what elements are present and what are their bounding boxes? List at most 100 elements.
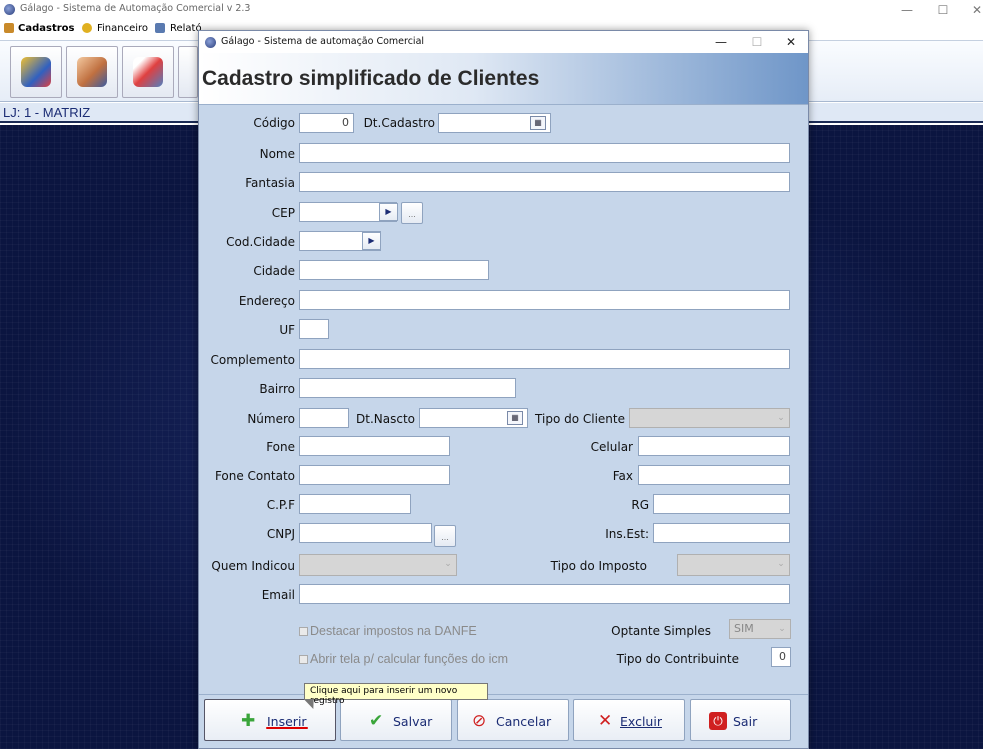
email-input[interactable] [299, 584, 790, 604]
menu-cadastros[interactable]: Cadastros [18, 23, 74, 34]
chevron-down-icon: ⌄ [444, 559, 452, 569]
destacar-impostos-checkbox[interactable]: Destacar impostos na DANFE [299, 624, 477, 638]
tipo-imposto-label: Tipo do Imposto [550, 559, 647, 573]
people-icon [4, 23, 14, 33]
checkbox-box [299, 655, 308, 664]
form-title: Cadastro simplificado de Clientes [202, 67, 540, 90]
salvar-button[interactable]: ✔ Salvar [340, 699, 452, 741]
cnpj-input[interactable] [299, 523, 432, 543]
toolbar-products-button[interactable] [10, 46, 62, 98]
red-underline-annotation [266, 727, 308, 729]
sales-chart-icon [133, 57, 163, 87]
rg-label: RG [631, 498, 649, 512]
dialog-titlebar[interactable]: Gálago - Sistema de automação Comercial … [199, 31, 808, 53]
cidade-label: Cidade [253, 264, 295, 278]
dialog-close-button[interactable]: ✕ [777, 34, 805, 50]
optante-simples-select[interactable]: SIM ⌄ [729, 619, 791, 639]
menu-relatorios[interactable]: Relató [170, 23, 202, 34]
endereco-input[interactable] [299, 290, 790, 310]
main-window-titlebar: Gálago - Sistema de Automação Comercial … [0, 0, 983, 20]
tipo-imposto-select[interactable]: ⌄ [677, 554, 790, 576]
excluir-button[interactable]: ✕ Excluir [573, 699, 685, 741]
celular-input[interactable] [638, 436, 790, 456]
form-header: Cadastro simplificado de Clientes [199, 53, 808, 105]
email-label: Email [261, 588, 295, 602]
calendar-icon[interactable]: ▦ [530, 116, 546, 130]
fax-label: Fax [612, 469, 633, 483]
tipo-cliente-label: Tipo do Cliente [535, 412, 625, 426]
cep-lookup-arrow-button[interactable]: ▶ [379, 203, 398, 221]
client-form-dialog: Gálago - Sistema de automação Comercial … [198, 30, 809, 749]
dt-cadastro-label: Dt.Cadastro [363, 116, 435, 130]
toolbar-clients-button[interactable] [66, 46, 118, 98]
numero-label: Número [247, 412, 295, 426]
chevron-down-icon: ⌄ [777, 413, 785, 423]
uf-label: UF [279, 323, 295, 337]
main-maximize-button[interactable]: ☐ [928, 2, 958, 18]
codigo-label: Código [253, 116, 295, 130]
power-icon: ⏻ [709, 712, 727, 730]
quem-indicou-select[interactable]: ⌄ [299, 554, 457, 576]
nome-label: Nome [259, 147, 295, 161]
calendar-icon[interactable]: ▦ [507, 411, 523, 425]
cnpj-label: CNPJ [266, 527, 295, 541]
galago-app-icon [205, 37, 216, 48]
optante-simples-label: Optante Simples [611, 624, 711, 638]
fax-input[interactable] [638, 465, 790, 485]
chevron-down-icon: ⌄ [778, 624, 786, 634]
cod-cidade-arrow-button[interactable]: ▶ [362, 232, 381, 250]
dialog-minimize-button[interactable]: — [707, 34, 735, 50]
tipo-cliente-select[interactable]: ⌄ [629, 408, 790, 428]
ins-est-input[interactable] [653, 523, 790, 543]
dialog-title: Gálago - Sistema de automação Comercial [221, 36, 425, 47]
store-label: LJ: 1 - MATRIZ [3, 105, 91, 120]
tipo-contribuinte-label: Tipo do Contribuinte [616, 652, 739, 666]
uf-input[interactable] [299, 319, 329, 339]
complemento-input[interactable] [299, 349, 790, 369]
report-icon [155, 23, 165, 33]
menu-financeiro[interactable]: Financeiro [97, 23, 148, 34]
quem-indicou-label: Quem Indicou [211, 559, 295, 573]
sair-button[interactable]: ⏻ Sair [690, 699, 791, 741]
delete-x-icon: ✕ [598, 711, 613, 731]
ins-est-label: Ins.Est: [605, 527, 649, 541]
cep-label: CEP [271, 206, 295, 220]
fone-contato-label: Fone Contato [214, 469, 295, 483]
action-button-bar: ✚ Inserir ✔ Salvar ⊘ Cancelar ✕ Excluir … [199, 694, 808, 748]
galago-app-icon [4, 4, 15, 15]
main-minimize-button[interactable]: — [892, 2, 922, 18]
cpf-label: C.P.F [266, 498, 295, 512]
plus-icon: ✚ [241, 711, 256, 731]
cpf-input[interactable] [299, 494, 411, 514]
dialog-maximize-button[interactable]: ☐ [743, 34, 771, 50]
fone-contato-input[interactable] [299, 465, 450, 485]
form-body: Código 0 Dt.Cadastro ▦ Nome Fantasia CEP… [199, 106, 808, 686]
complemento-label: Complemento [210, 353, 295, 367]
inserir-tooltip: Clique aqui para inserir um novo registr… [304, 683, 488, 706]
nome-input[interactable] [299, 143, 790, 163]
celular-label: Celular [590, 440, 633, 454]
fone-input[interactable] [299, 436, 450, 456]
codigo-input[interactable]: 0 [299, 113, 354, 133]
main-window-title: Gálago - Sistema de Automação Comercial … [20, 3, 251, 14]
toolbar-sales-button[interactable] [122, 46, 174, 98]
cod-cidade-label: Cod.Cidade [226, 235, 295, 249]
endereco-label: Endereço [238, 294, 295, 308]
abrir-tela-icm-checkbox[interactable]: Abrir tela p/ calcular funções do icm [299, 652, 508, 666]
numero-input[interactable] [299, 408, 349, 428]
bairro-label: Bairro [259, 382, 295, 396]
fantasia-input[interactable] [299, 172, 790, 192]
main-close-button[interactable]: ✕ [962, 2, 983, 18]
cnpj-search-button[interactable]: ... [434, 525, 456, 547]
tipo-contribuinte-input[interactable]: 0 [771, 647, 791, 667]
checkbox-box [299, 627, 308, 636]
coins-icon [82, 23, 92, 33]
cep-search-button[interactable]: ... [401, 202, 423, 224]
cidade-input[interactable] [299, 260, 489, 280]
dt-nascto-label: Dt.Nascto [356, 412, 415, 426]
bairro-input[interactable] [299, 378, 516, 398]
toolbar-more-button[interactable] [178, 46, 198, 98]
clients-icon [77, 57, 107, 87]
rg-input[interactable] [653, 494, 790, 514]
cancelar-button[interactable]: ⊘ Cancelar [457, 699, 569, 741]
